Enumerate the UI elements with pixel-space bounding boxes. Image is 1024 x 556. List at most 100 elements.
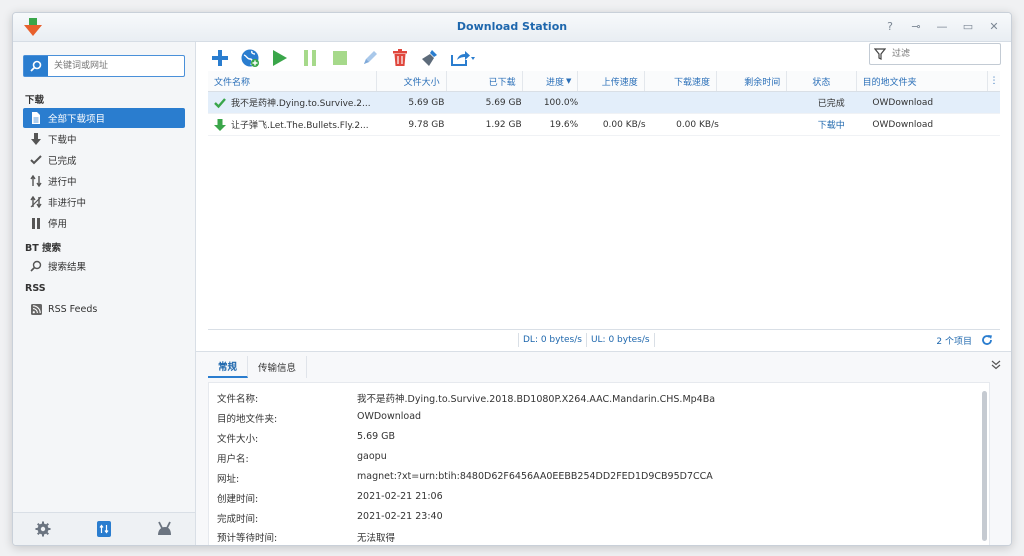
inactive-icon (29, 195, 43, 209)
detail-row: 文件大小: 5.69 GB (217, 431, 395, 445)
header-file-size[interactable]: 文件大小 (377, 71, 447, 91)
header-destination[interactable]: 目的地文件夹 (857, 71, 988, 91)
search-icon (29, 259, 43, 273)
header-download-speed[interactable]: 下载速度 (645, 71, 717, 91)
row-downloaded: 1.92 GB (485, 119, 522, 130)
detail-row: 创建时间: 2021-02-21 21:06 (217, 491, 443, 505)
detail-row: 文件名称: 我不是药神.Dying.to.Survive.2018.BD1080P… (217, 391, 715, 405)
add-icon[interactable] (208, 46, 232, 70)
row-file-size: 5.69 GB (408, 97, 445, 108)
edit-pencil-icon[interactable] (358, 46, 382, 70)
column-menu-icon[interactable]: ⋮ (988, 71, 1000, 91)
app-window: Download Station ? ⊸ — ▭ ✕ 下载 全部下载项目 下载中 (12, 12, 1012, 546)
sidebar-item-label: 已完成 (48, 156, 77, 167)
detail-value: gaopu (357, 451, 387, 462)
sidebar-item-downloading[interactable]: 下载中 (23, 129, 185, 149)
sidebar-item-label: 非进行中 (48, 198, 87, 209)
sidebar: 下载 全部下载项目 下载中 已完成 进行中 非进行中 停用 BT 搜索 搜索 (13, 42, 196, 545)
row-upload-speed (584, 92, 651, 113)
minimize-button[interactable]: — (935, 19, 949, 33)
row-remaining-time (725, 114, 796, 135)
sidebar-item-paused[interactable]: 停用 (23, 213, 185, 233)
filter-box (869, 43, 1001, 65)
detail-label: 完成时间: (217, 514, 259, 525)
sidebar-item-inactive[interactable]: 非进行中 (23, 192, 185, 212)
detail-value: magnet:?xt=urn:btih:8480D62F6456AA0EEBB2… (357, 471, 713, 482)
sidebar-item-label: 进行中 (48, 177, 77, 188)
row-destination: OWDownload (872, 119, 934, 130)
help-button[interactable]: ? (883, 19, 897, 33)
maximize-button[interactable]: ▭ (961, 19, 975, 33)
tab-general[interactable]: 常规 (208, 356, 249, 378)
pin-button[interactable]: ⊸ (909, 19, 923, 33)
detail-row: 用户名: gaopu (217, 451, 387, 465)
sidebar-item-label: 搜索结果 (48, 262, 87, 273)
detail-row: 目的地文件夹: OWDownload (217, 411, 421, 425)
clear-broom-icon[interactable] (418, 46, 442, 70)
delete-trash-icon[interactable] (388, 46, 412, 70)
row-name-cell: 让子弹飞.Let.The.Bullets.Fly.2... (208, 114, 380, 135)
search-input[interactable] (48, 56, 184, 76)
search-icon[interactable] (24, 56, 48, 76)
row-download-speed (652, 92, 725, 113)
dl-speed: DL: 0 bytes/s (518, 333, 586, 347)
sidebar-item-label: RSS Feeds (48, 303, 98, 315)
up-down-arrow-icon (29, 174, 43, 188)
detail-label: 预计等待时间: (217, 533, 278, 544)
detail-value: 我不是药神.Dying.to.Survive.2018.BD1080P.X264… (357, 394, 716, 405)
row-remaining-time (725, 92, 796, 113)
share-export-icon[interactable] (448, 46, 478, 70)
filter-input[interactable] (890, 48, 994, 60)
completed-check-icon (214, 97, 226, 109)
header-upload-speed[interactable]: 上传速度 (578, 71, 645, 91)
detail-value: 无法取得 (357, 533, 396, 544)
detail-row: 预计等待时间: 无法取得 (217, 530, 395, 544)
check-icon (29, 153, 43, 167)
pause-icon (29, 216, 43, 230)
settings-gear-icon[interactable] (32, 518, 54, 540)
detail-value: OWDownload (357, 411, 422, 422)
header-remaining-time[interactable]: 剩余时间 (717, 71, 788, 91)
detail-row: 完成时间: 2021-02-21 23:40 (217, 511, 443, 525)
filter-funnel-icon (870, 48, 890, 60)
sidebar-item-active[interactable]: 进行中 (23, 171, 185, 191)
row-progress: 100.0% (543, 97, 579, 108)
header-file-name[interactable]: 文件名称 (208, 71, 378, 91)
table-row[interactable]: 我不是药神.Dying.to.Survive.2... 5.69 GB 5.69… (208, 92, 1000, 114)
add-url-globe-icon[interactable] (238, 46, 262, 70)
pause-icon[interactable] (298, 46, 322, 70)
stop-icon[interactable] (328, 46, 352, 70)
ul-speed: UL: 0 bytes/s (585, 333, 655, 347)
resume-play-icon[interactable] (268, 46, 292, 70)
row-progress: 19.6% (549, 119, 579, 130)
detail-row: 网址: magnet:?xt=urn:btih:8480D62F6456AA0EE… (217, 471, 713, 485)
file-icon (29, 111, 43, 125)
collapse-chevron-icon[interactable] (989, 358, 1003, 372)
header-downloaded[interactable]: 已下载 (447, 71, 523, 91)
transfer-file-icon[interactable] (93, 518, 115, 540)
tab-transfer-info[interactable]: 传输信息 (248, 356, 308, 378)
row-destination: OWDownload (872, 97, 934, 108)
rss-icon (29, 302, 43, 316)
header-status[interactable]: 状态 (787, 71, 857, 91)
sidebar-item-label: 下载中 (48, 135, 77, 146)
close-button[interactable]: ✕ (987, 19, 1001, 33)
sidebar-item-completed[interactable]: 已完成 (23, 150, 185, 170)
detail-label: 用户名: (217, 454, 249, 465)
detail-scrollbar[interactable] (982, 391, 987, 541)
arrow-down-icon (29, 132, 43, 146)
detail-value: 2021-02-21 23:40 (357, 511, 443, 522)
header-progress[interactable]: 进度 ▼ (523, 71, 579, 91)
emule-icon[interactable] (154, 518, 176, 540)
row-file-name: 我不是药神.Dying.to.Survive.2... (231, 99, 371, 109)
sidebar-item-search-results[interactable]: 搜索结果 (23, 256, 185, 276)
sidebar-item-label: 停用 (48, 219, 68, 230)
detail-label: 目的地文件夹: (217, 414, 278, 425)
detail-label: 文件名称: (217, 394, 259, 405)
row-download-speed: 0.00 KB/s (676, 119, 719, 130)
table-row[interactable]: 让子弹飞.Let.The.Bullets.Fly.2... 9.78 GB 1.… (208, 114, 1000, 136)
sidebar-item-rss-feeds[interactable]: RSS Feeds (23, 299, 185, 319)
refresh-icon[interactable] (980, 333, 994, 347)
sidebar-item-all[interactable]: 全部下载项目 (23, 108, 185, 128)
toolbar (208, 45, 478, 71)
